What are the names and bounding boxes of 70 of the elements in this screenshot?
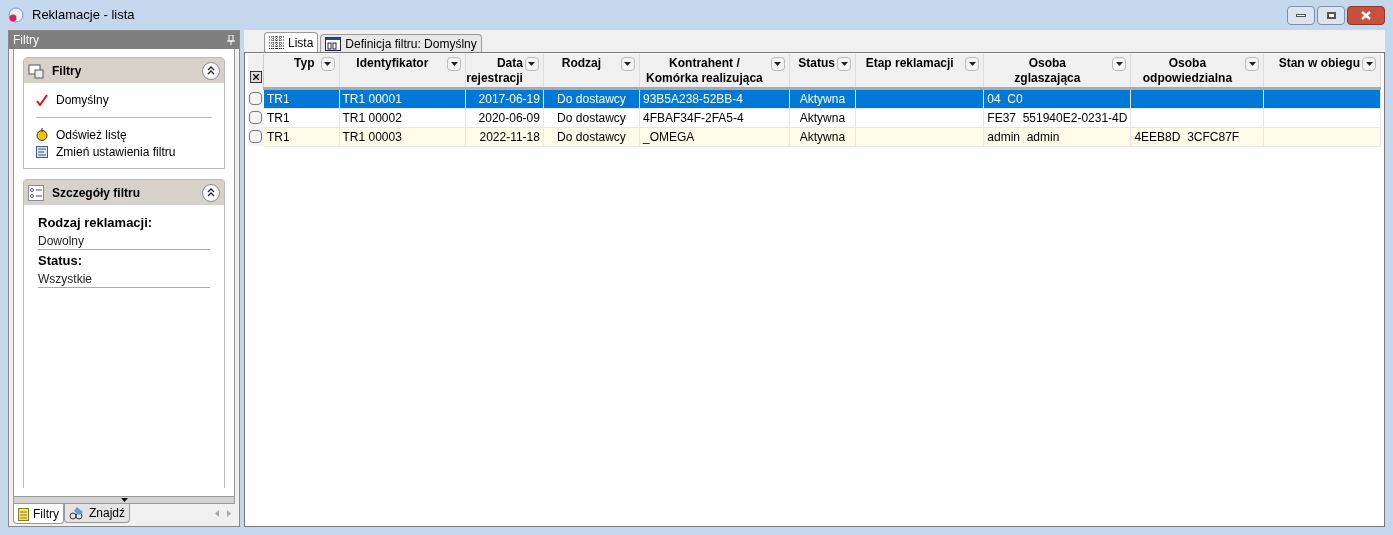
close-button[interactable] (1347, 5, 1385, 25)
table-cell: 93B5A238-52BB-4 (642, 91, 744, 106)
view-tab[interactable]: Lista (264, 32, 319, 52)
table-cell: TR1 00003 (342, 129, 402, 144)
table-row[interactable]: TR1 TR1 00002 2020-06-09 Do dostawcy 4FBAF34F-2FA5-4 Aktywna FE37 551940E2-0231-4D (248, 108, 1381, 127)
group-title: Szczegóły filtru (52, 184, 140, 202)
table-row[interactable]: TR1 TR1 00001 2017-06-19 Do dostawcy 93B5A238-52BB-4 Aktywna 04 C0 (248, 88, 1381, 108)
dropdown-icon[interactable] (1112, 57, 1127, 71)
binoculars-icon (69, 506, 85, 520)
collapse-icon[interactable] (202, 183, 220, 202)
close-icon (1361, 10, 1371, 20)
field-label: Status: (38, 252, 84, 269)
table-cell: 4EEB8D 3CFC87F (1134, 129, 1240, 144)
table-cell: TR1 00001 (342, 91, 402, 106)
window-title: Reklamacje - lista (32, 6, 135, 25)
dropdown-icon[interactable] (620, 57, 635, 71)
grid-icon (269, 36, 284, 49)
dropdown-icon[interactable] (770, 57, 785, 71)
table-cell: 2017-06-19 (478, 91, 540, 106)
dropdown-icon[interactable] (320, 57, 335, 71)
dropdown-icon[interactable] (1362, 57, 1376, 71)
notepad-icon (18, 506, 29, 521)
table-cell: 4FBAF34F-2FA5-4 (642, 110, 744, 125)
group-title: Filtry (52, 62, 82, 80)
table-cell: admin admin (987, 129, 1060, 144)
view-tab[interactable]: Definicja filtru: Domyślny (320, 34, 482, 52)
table-cell: Do dostawcy (557, 129, 626, 144)
table-cell: TR1 (266, 110, 290, 125)
field-label: Rodzaj reklamacji: (38, 214, 154, 231)
clear-selection-icon[interactable] (249, 71, 262, 83)
table-cell: 2020-06-09 (478, 110, 540, 125)
dropdown-icon[interactable] (965, 57, 980, 71)
table-cell: 04 C0 (987, 91, 1023, 106)
dropdown-icon[interactable] (524, 57, 539, 71)
scroll-down-icon[interactable] (120, 498, 128, 502)
table-cell: TR1 (266, 91, 290, 106)
dropdown-icon[interactable] (837, 57, 852, 71)
table-cell: Do dostawcy (557, 91, 626, 106)
table-cell: TR1 (266, 129, 290, 144)
action-link[interactable]: Zmień ustawienia filtru (56, 142, 176, 161)
table-icon (28, 62, 44, 79)
settings-list-icon (36, 145, 48, 158)
field-value: Dowolny (38, 231, 210, 250)
table-cell: Aktywna (799, 110, 846, 125)
pin-icon[interactable] (227, 35, 235, 45)
table-cell: FE37 551940E2-0231-4D (987, 110, 1128, 125)
dropdown-icon[interactable] (1245, 57, 1260, 71)
panel-title: Filtry (13, 32, 39, 49)
refresh-icon (36, 128, 48, 141)
list-icon (28, 184, 44, 201)
filter-link[interactable]: Domyślny (56, 91, 109, 109)
panel-tab[interactable]: Filtry (13, 504, 64, 524)
table-row[interactable]: TR1 TR1 00003 2022-11-18 Do dostawcy _OMEGA Aktywna admin admin 4EEB8D 3CFC87F (248, 127, 1381, 146)
minimize-icon (1296, 13, 1306, 17)
checkmark-icon (36, 94, 48, 106)
field-value: Wszystkie (38, 269, 210, 288)
table-cell: _OMEGA (642, 129, 695, 144)
table-cell: Do dostawcy (557, 110, 626, 125)
dropdown-icon[interactable] (447, 57, 462, 71)
maximize-icon (1326, 11, 1336, 19)
panel-tab[interactable]: Znajdź (64, 504, 131, 523)
table-cell: Aktywna (799, 129, 846, 144)
table-cell: 2022-11-18 (479, 129, 540, 144)
collapse-icon[interactable] (202, 61, 220, 80)
table-cell: Aktywna (799, 91, 846, 106)
minimize-button[interactable] (1287, 5, 1315, 25)
table-cell: TR1 00002 (342, 110, 402, 125)
maximize-button[interactable] (1317, 5, 1345, 25)
action-link[interactable]: Odśwież listę (56, 125, 127, 144)
app-icon (8, 7, 24, 23)
